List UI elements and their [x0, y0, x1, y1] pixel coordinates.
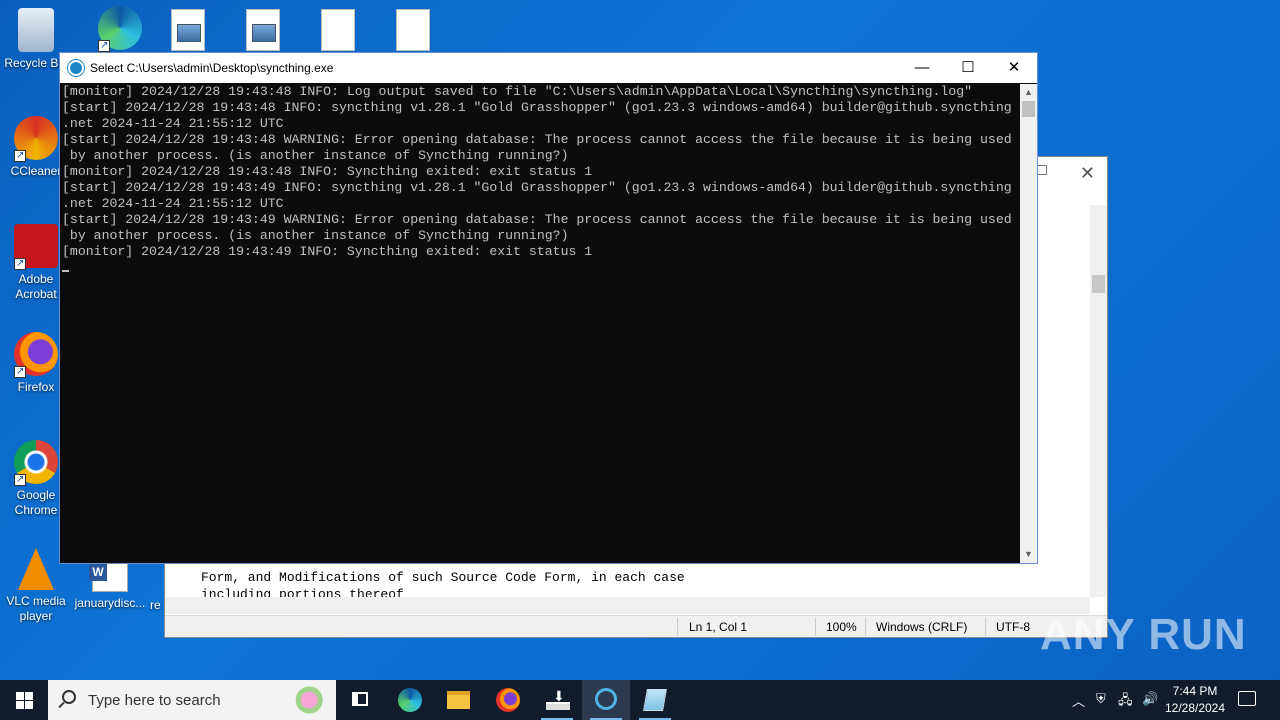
- log-line: [monitor] 2024/12/28 19:43:48 INFO: Sync…: [62, 164, 593, 179]
- ccleaner-icon: [14, 116, 58, 163]
- syncthing-icon: [68, 60, 84, 76]
- text-line: Form, and Modifications of such Source C…: [201, 570, 685, 585]
- task-view-button[interactable]: [336, 680, 384, 720]
- download-arrow-icon: ⬇: [553, 688, 565, 704]
- scrollbar-thumb[interactable]: [1022, 101, 1035, 117]
- log-line: by another process. (is another instance…: [62, 228, 569, 243]
- log-line: .net 2024-11-24 21:55:12 UTC: [62, 116, 284, 131]
- document-file-icon[interactable]: [396, 9, 430, 51]
- status-bar: Ln 1, Col 1 100% Windows (CRLF) UTF-8: [165, 615, 1107, 637]
- acrobat-icon: [14, 224, 58, 271]
- taskbar-syncthing-button[interactable]: [582, 680, 630, 720]
- taskbar-file-explorer-button[interactable]: [434, 680, 482, 720]
- close-icon[interactable]: ✕: [1080, 163, 1095, 184]
- console-titlebar[interactable]: Select C:\Users\admin\Desktop\syncthing.…: [60, 53, 1037, 83]
- maximize-button[interactable]: ☐: [945, 53, 991, 83]
- image-file-icon[interactable]: [171, 9, 205, 51]
- clock-time: 7:44 PM: [1172, 684, 1218, 698]
- desktop-icon-edge[interactable]: [84, 6, 156, 54]
- desktop-icon-label: Google Chrome: [14, 488, 58, 517]
- vlc-cone-icon: [18, 548, 54, 590]
- chrome-icon: [14, 440, 58, 487]
- taskbar: Type here to search ⬇ ︿ ⛨ 🖧 🔊 7:44 PM 12…: [0, 680, 1280, 720]
- recycle-bin-icon: [18, 8, 54, 52]
- taskbar-edge-button[interactable]: [386, 680, 434, 720]
- maximize-icon[interactable]: [1037, 165, 1047, 175]
- desktop-icon-label: VLC media player: [6, 594, 66, 623]
- shield-tray-icon[interactable]: ⛨: [1096, 691, 1106, 707]
- scrollbar-thumb[interactable]: [1092, 275, 1105, 293]
- minimize-button[interactable]: —: [899, 53, 945, 83]
- system-clock[interactable]: 7:44 PM 12/28/2024: [1160, 683, 1230, 717]
- desktop-icon-label: januarydisc...: [74, 596, 146, 610]
- search-highlight-image: [278, 685, 330, 715]
- task-view-icon: [352, 692, 368, 706]
- notification-icon[interactable]: [1238, 691, 1256, 706]
- log-line: [start] 2024/12/28 19:43:49 WARNING: Err…: [62, 212, 1012, 227]
- log-line: .net 2024-11-24 21:55:12 UTC: [62, 196, 284, 211]
- log-line: [start] 2024/12/28 19:43:49 INFO: syncth…: [62, 180, 1012, 195]
- search-icon: [62, 690, 76, 704]
- chevron-up-icon[interactable]: ︿: [1072, 691, 1085, 710]
- taskbar-firefox-button[interactable]: [484, 680, 532, 720]
- log-line: [start] 2024/12/28 19:43:48 INFO: syncth…: [62, 100, 1012, 115]
- console-output[interactable]: [monitor] 2024/12/28 19:43:48 INFO: Log …: [62, 84, 1020, 562]
- taskbar-notepad-button[interactable]: [631, 680, 679, 720]
- volume-icon[interactable]: 🔊: [1142, 691, 1158, 707]
- edge-icon: [98, 6, 142, 53]
- encoding: UTF-8: [996, 620, 1030, 634]
- clock-date: 12/28/2024: [1164, 701, 1226, 715]
- edge-icon: [398, 688, 422, 712]
- taskbar-installer-button[interactable]: ⬇: [533, 680, 581, 720]
- log-line: [monitor] 2024/12/28 19:43:48 INFO: Log …: [62, 84, 973, 99]
- horizontal-scrollbar[interactable]: [165, 597, 1090, 614]
- window-title: Select C:\Users\admin\Desktop\syncthing.…: [90, 61, 334, 75]
- zoom-level: 100%: [826, 620, 857, 634]
- close-button[interactable]: ✕: [991, 53, 1037, 83]
- log-line: by another process. (is another instance…: [62, 148, 569, 163]
- desktop-icon-word-doc[interactable]: W januarydisc...: [74, 558, 146, 611]
- folder-icon: [447, 691, 470, 709]
- anyrun-watermark: ANY RUN: [1040, 610, 1247, 659]
- syncthing-icon: [595, 688, 617, 710]
- desktop-icon-label: Adobe Acrobat: [15, 272, 57, 301]
- log-line: [monitor] 2024/12/28 19:43:49 INFO: Sync…: [62, 244, 593, 259]
- network-icon[interactable]: 🖧: [1118, 691, 1133, 713]
- line-ending: Windows (CRLF): [876, 620, 968, 634]
- taskbar-search-box[interactable]: Type here to search: [48, 680, 336, 720]
- console-window[interactable]: Select C:\Users\admin\Desktop\syncthing.…: [59, 52, 1038, 564]
- image-file-icon[interactable]: [246, 9, 280, 51]
- document-file-icon[interactable]: [321, 9, 355, 51]
- notepad-icon: [643, 689, 667, 711]
- vertical-scrollbar[interactable]: [1090, 205, 1107, 597]
- text-cursor: [62, 270, 69, 272]
- cursor-position: Ln 1, Col 1: [689, 620, 748, 634]
- scroll-up-icon[interactable]: ▲: [1020, 84, 1037, 101]
- firefox-icon: [14, 332, 58, 379]
- search-placeholder: Type here to search: [88, 692, 221, 709]
- start-button[interactable]: [0, 680, 48, 720]
- firefox-icon: [496, 688, 520, 712]
- scroll-down-icon[interactable]: ▼: [1020, 546, 1037, 563]
- log-line: [start] 2024/12/28 19:43:48 WARNING: Err…: [62, 132, 1012, 147]
- console-scrollbar[interactable]: ▲ ▼: [1020, 84, 1037, 563]
